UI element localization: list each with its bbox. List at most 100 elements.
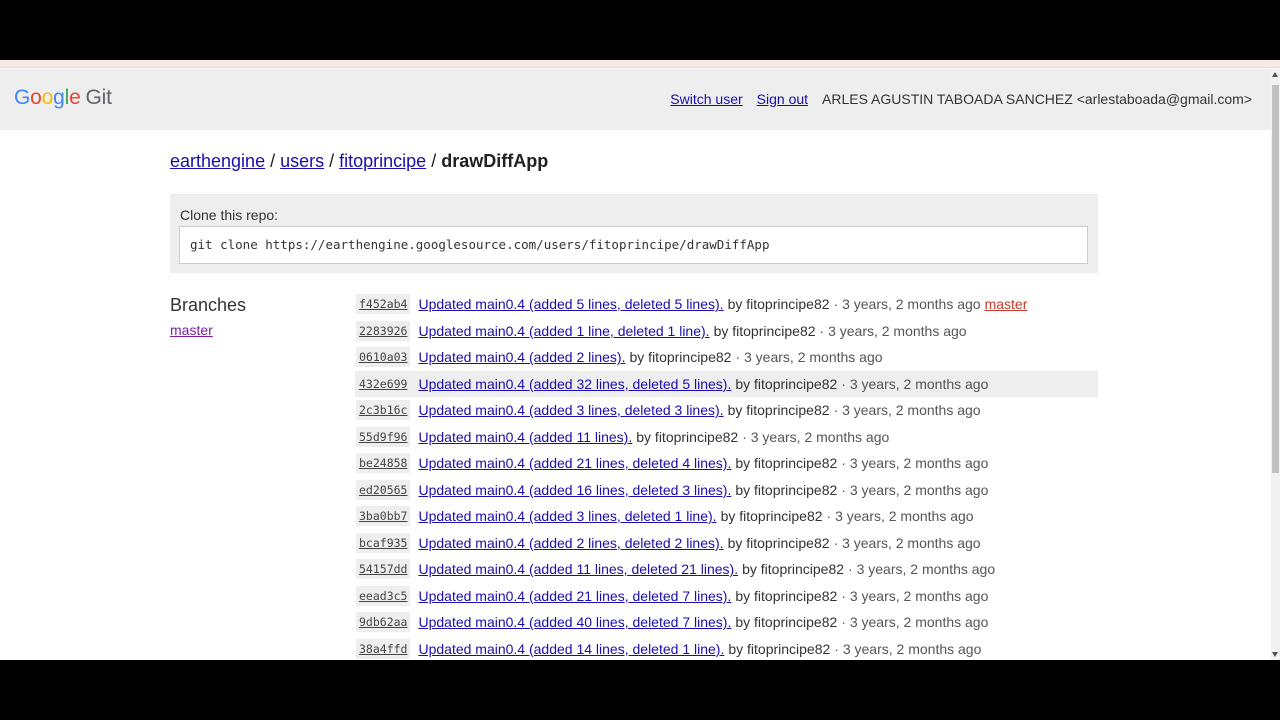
clone-label: Clone this repo:	[180, 207, 279, 223]
commit-author: by fitoprincipe82	[735, 481, 838, 498]
breadcrumb-separator: /	[431, 151, 437, 171]
commit-time: · 3 years, 2 months ago	[833, 402, 981, 419]
commit-row: 2c3b16c Updated main0.4 (added 3 lines, d…	[355, 397, 1098, 424]
commit-message-link[interactable]: Updated main0.4 (added 3 lines, deleted …	[418, 508, 716, 524]
commit-message-link[interactable]: Updated main0.4 (added 11 lines).	[418, 429, 632, 445]
commit-row: 3ba0bb7 Updated main0.4 (added 3 lines, d…	[355, 503, 1098, 530]
commit-message-link[interactable]: Updated main0.4 (added 40 lines, deleted…	[418, 614, 731, 630]
commit-sha-link[interactable]: be24858	[356, 453, 411, 474]
commit-time: · 3 years, 2 months ago	[742, 428, 890, 445]
clone-command-field[interactable]: git clone https://earthengine.googlesour…	[179, 226, 1088, 264]
commit-row: ed20565 Updated main0.4 (added 16 lines, …	[355, 477, 1098, 504]
letterbox-top	[0, 0, 1280, 60]
commit-sha-link[interactable]: 2283926	[356, 320, 411, 341]
commit-message-link[interactable]: Updated main0.4 (added 2 lines, deleted …	[418, 535, 723, 551]
clone-panel: Clone this repo: git clone https://earth…	[170, 194, 1098, 273]
commit-author: by fitoprincipe82	[735, 375, 838, 392]
commit-sha-link[interactable]: 2c3b16c	[356, 400, 411, 421]
commit-sha-link[interactable]: 432e699	[356, 373, 411, 394]
commit-row: be24858 Updated main0.4 (added 21 lines, …	[355, 450, 1098, 477]
commit-sha-link[interactable]: 3ba0bb7	[356, 506, 411, 527]
scroll-down-icon[interactable]	[1272, 652, 1278, 657]
commit-time: · 3 years, 2 months ago	[834, 640, 982, 657]
commit-sha-link[interactable]: eead3c5	[356, 585, 411, 606]
commit-time: · 3 years, 2 months ago	[841, 375, 989, 392]
commit-message-link[interactable]: Updated main0.4 (added 16 lines, deleted…	[418, 482, 731, 498]
switch-user-link[interactable]: Switch user	[670, 91, 742, 107]
commit-author: by fitoprincipe82	[720, 508, 823, 525]
commit-time: · 3 years, 2 months ago	[833, 534, 981, 551]
commit-author: by fitoprincipe82	[727, 534, 830, 551]
accent-strip	[0, 60, 1280, 68]
breadcrumb-link-fitoprincipe[interactable]: fitoprincipe	[339, 151, 426, 171]
scroll-up-icon[interactable]	[1272, 72, 1278, 77]
google-git-logo[interactable]: Google Git	[14, 86, 112, 110]
branches-heading: Branches	[170, 295, 247, 315]
commit-sha-link[interactable]: 54157dd	[356, 559, 411, 580]
commit-row: eead3c5 Updated main0.4 (added 21 lines, …	[355, 583, 1098, 610]
commit-row: 9db62aa Updated main0.4 (added 40 lines, …	[355, 609, 1098, 636]
commit-time: · 3 years, 2 months ago	[826, 508, 974, 525]
commit-sha-link[interactable]: f452ab4	[356, 294, 411, 315]
browser-viewport: Google Git Switch user Sign out ARLES AGU…	[0, 60, 1280, 660]
commit-row: 55d9f96 Updated main0.4 (added 11 lines).…	[355, 424, 1098, 451]
commit-author: by fitoprincipe82	[728, 640, 831, 657]
vertical-scrollbar[interactable]	[1271, 69, 1280, 660]
logo-suffix: Git	[85, 86, 112, 109]
commit-sha-link[interactable]: 0610a03	[356, 347, 411, 368]
commit-time: · 3 years, 2 months ago	[735, 349, 883, 366]
commit-sha-link[interactable]: 9db62aa	[356, 612, 411, 633]
logo-letter: o	[41, 86, 54, 109]
page-title: drawDiffApp	[441, 151, 549, 171]
commit-time: · 3 years, 2 months ago	[841, 587, 989, 604]
commit-sha-link[interactable]: 38a4ffd	[356, 638, 411, 659]
commit-row: 54157dd Updated main0.4 (added 11 lines, …	[355, 556, 1098, 583]
commit-time: · 3 years, 2 months ago	[833, 296, 981, 313]
commit-time: · 3 years, 2 months ago	[841, 455, 989, 472]
commit-sha-link[interactable]: bcaf935	[356, 532, 411, 553]
commit-message-link[interactable]: Updated main0.4 (added 2 lines).	[418, 349, 625, 365]
commit-log: f452ab4 Updated main0.4 (added 5 lines, d…	[355, 291, 1098, 660]
commit-row: 0610a03 Updated main0.4 (added 2 lines). b…	[355, 344, 1098, 371]
commit-message-link[interactable]: Updated main0.4 (added 3 lines, deleted …	[418, 402, 723, 418]
commit-time: · 3 years, 2 months ago	[848, 561, 996, 578]
logo-letter: o	[30, 86, 42, 109]
breadcrumb-separator: /	[270, 151, 276, 171]
commit-time: · 3 years, 2 months ago	[841, 481, 989, 498]
breadcrumb-link-users[interactable]: users	[280, 151, 324, 171]
logo-letter: e	[69, 86, 81, 109]
commit-message-link[interactable]: Updated main0.4 (added 5 lines, deleted …	[418, 296, 723, 312]
commit-branch-ref-link[interactable]: master	[985, 296, 1028, 312]
commit-author: by fitoprincipe82	[727, 402, 830, 419]
user-nav: Switch user Sign out ARLES AGUSTIN TABOA…	[670, 91, 1252, 107]
commit-author: by fitoprincipe82	[636, 428, 739, 445]
breadcrumb-link-earthengine[interactable]: earthengine	[170, 151, 265, 171]
commit-sha-link[interactable]: ed20565	[356, 479, 411, 500]
commit-message-link[interactable]: Updated main0.4 (added 14 lines, deleted…	[418, 641, 724, 657]
commit-message-link[interactable]: Updated main0.4 (added 11 lines, deleted…	[418, 561, 738, 577]
commit-message-link[interactable]: Updated main0.4 (added 1 line, deleted 1…	[418, 323, 709, 339]
commit-sha-link[interactable]: 55d9f96	[356, 426, 411, 447]
commit-row: bcaf935 Updated main0.4 (added 2 lines, d…	[355, 530, 1098, 557]
letterbox-bottom	[0, 660, 1280, 720]
commit-author: by fitoprincipe82	[735, 614, 838, 631]
breadcrumb-separator: /	[329, 151, 335, 171]
commit-message-link[interactable]: Updated main0.4 (added 32 lines, deleted…	[418, 376, 731, 392]
commit-message-link[interactable]: Updated main0.4 (added 21 lines, deleted…	[418, 588, 731, 604]
logo-letter: g	[53, 86, 65, 109]
commit-time: · 3 years, 2 months ago	[841, 614, 989, 631]
commit-author: by fitoprincipe82	[735, 587, 838, 604]
commit-row: f452ab4 Updated main0.4 (added 5 lines, d…	[355, 291, 1098, 318]
commit-author: by fitoprincipe82	[713, 322, 816, 339]
commit-time: · 3 years, 2 months ago	[819, 322, 967, 339]
commit-author: by fitoprincipe82	[735, 455, 838, 472]
sign-out-link[interactable]: Sign out	[757, 91, 808, 107]
logo-letter: G	[14, 86, 31, 109]
scrollbar-thumb[interactable]	[1272, 85, 1279, 473]
commit-author: by fitoprincipe82	[727, 296, 830, 313]
breadcrumb: earthengine / users / fitoprincipe / drawDiffA…	[170, 151, 548, 172]
branch-link-master[interactable]: master	[170, 322, 213, 338]
commit-row: 2283926 Updated main0.4 (added 1 line, de…	[355, 318, 1098, 345]
commit-message-link[interactable]: Updated main0.4 (added 21 lines, deleted…	[418, 455, 731, 471]
commit-author: by fitoprincipe82	[629, 349, 732, 366]
